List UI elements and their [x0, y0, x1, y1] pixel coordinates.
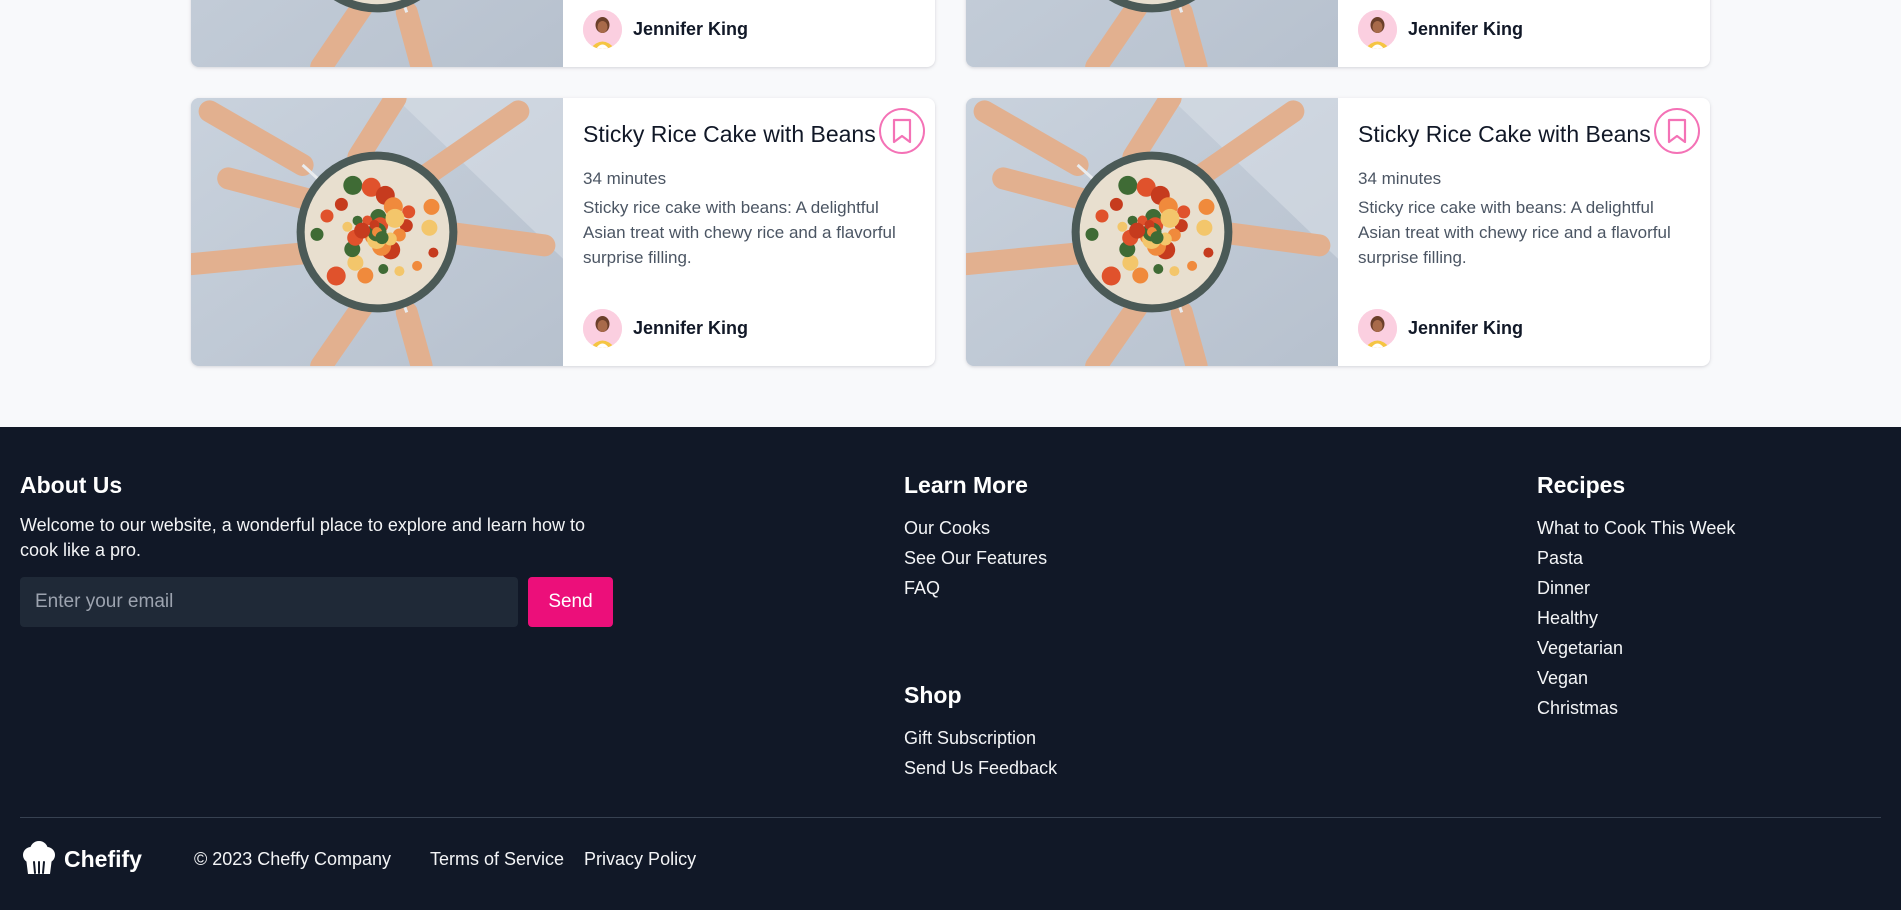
- copyright: © 2023 Cheffy Company: [193, 848, 391, 869]
- bookmark-icon: [1667, 118, 1687, 144]
- recipe-description: Sticky rice cake with beans: A delightfu…: [1358, 198, 1671, 267]
- privacy-link[interactable]: Privacy Policy: [584, 849, 696, 870]
- recipe-author: Jennifer King: [1358, 10, 1523, 49]
- footer-link[interactable]: What to Cook This Week: [1537, 513, 1735, 543]
- footer-recipes: Recipes What to Cook This Week Pasta Din…: [1537, 472, 1735, 723]
- brand-logo[interactable]: Chefify: [20, 840, 142, 878]
- recipe-author: Jennifer King: [583, 10, 748, 49]
- footer-divider: [20, 817, 1881, 818]
- email-field[interactable]: [20, 577, 518, 627]
- footer-link[interactable]: See Our Features: [904, 543, 1047, 573]
- footer-link[interactable]: Christmas: [1537, 693, 1735, 723]
- recipe-title[interactable]: Sticky Rice Cake with Beans: [1358, 121, 1651, 148]
- author-name: Jennifer King: [1408, 19, 1524, 39]
- recipe-author: Jennifer King: [1358, 309, 1523, 348]
- recipe-image: [966, 0, 1338, 67]
- author-avatar: [1358, 309, 1397, 348]
- author-avatar: [583, 309, 622, 348]
- footer-learn-more: Learn More Our Cooks See Our Features FA…: [904, 472, 1047, 603]
- recipe-image: [966, 98, 1338, 366]
- recipe-image: [191, 98, 563, 366]
- author-avatar: [583, 10, 622, 49]
- bookmark-icon: [892, 118, 912, 144]
- author-name: Jennifer King: [633, 318, 749, 338]
- recipe-image: [191, 0, 563, 67]
- recipe-grid: Jennifer King Jennifer King Sticky Rice …: [0, 0, 1901, 427]
- footer-link[interactable]: Dinner: [1537, 573, 1735, 603]
- footer-heading-recipes: Recipes: [1537, 472, 1626, 498]
- footer-link[interactable]: Our Cooks: [904, 513, 1047, 543]
- footer-heading-learn-more: Learn More: [904, 472, 1028, 498]
- newsletter-form: Send: [20, 577, 613, 627]
- recipe-title[interactable]: Sticky Rice Cake with Beans: [583, 121, 876, 148]
- footer-link[interactable]: Vegan: [1537, 663, 1735, 693]
- footer-link[interactable]: Healthy: [1537, 603, 1735, 633]
- brand-name: Chefify: [64, 845, 142, 872]
- recipe-card[interactable]: Jennifer King: [966, 0, 1710, 67]
- footer-about-text: Welcome to our website, a wonderful plac…: [20, 515, 585, 560]
- recipe-time: 34 minutes: [583, 169, 667, 188]
- footer-heading-about: About Us: [20, 472, 123, 498]
- recipe-time: 34 minutes: [1358, 169, 1442, 188]
- recipe-card[interactable]: Sticky Rice Cake with Beans 34 minutes S…: [191, 98, 935, 366]
- footer-link[interactable]: FAQ: [904, 573, 1047, 603]
- footer-shop: Shop Gift Subscription Send Us Feedback: [904, 682, 1057, 783]
- footer-link[interactable]: Gift Subscription: [904, 723, 1057, 753]
- footer-about: About Us Welcome to our website, a wonde…: [20, 472, 620, 563]
- author-name: Jennifer King: [1408, 318, 1524, 338]
- footer-link[interactable]: Vegetarian: [1537, 633, 1735, 663]
- recipe-card[interactable]: Sticky Rice Cake with Beans 34 minutes S…: [966, 98, 1710, 366]
- footer-bottom-bar: Chefify © 2023 Cheffy Company Terms of S…: [20, 839, 696, 879]
- recipe-description: Sticky rice cake with beans: A delightfu…: [583, 198, 896, 267]
- bookmark-button[interactable]: [879, 108, 925, 154]
- recipe-author: Jennifer King: [583, 309, 748, 348]
- footer-link[interactable]: Pasta: [1537, 543, 1735, 573]
- site-footer: About Us Welcome to our website, a wonde…: [0, 427, 1901, 910]
- terms-link[interactable]: Terms of Service: [430, 849, 564, 870]
- author-avatar: [1358, 10, 1397, 49]
- chef-hat-icon: [23, 841, 55, 874]
- footer-link[interactable]: Send Us Feedback: [904, 753, 1057, 783]
- recipe-card[interactable]: Jennifer King: [191, 0, 935, 67]
- send-button[interactable]: Send: [528, 577, 613, 627]
- bookmark-button[interactable]: [1654, 108, 1700, 154]
- author-name: Jennifer King: [633, 19, 749, 39]
- footer-heading-shop: Shop: [904, 682, 962, 708]
